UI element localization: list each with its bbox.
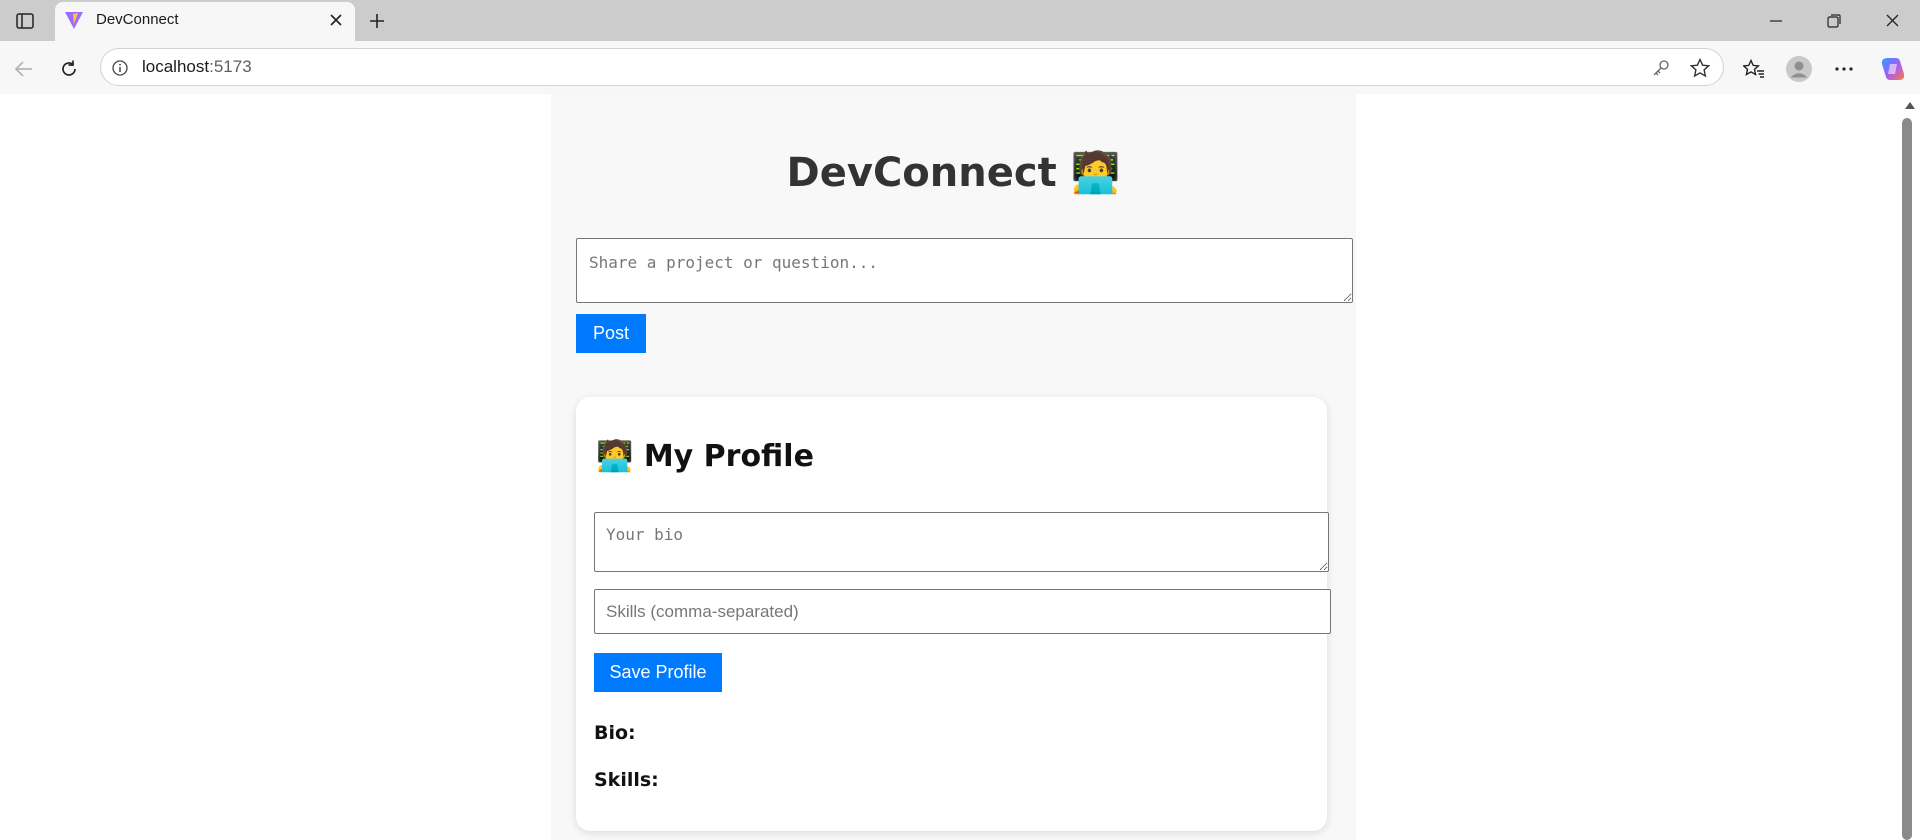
bio-textarea[interactable] [594,512,1329,572]
profile-card: 🧑‍💻 My Profile Save Profile Bio: Skills: [576,397,1331,831]
refresh-icon[interactable] [53,53,85,85]
close-icon[interactable] [326,10,346,30]
skills-label: Skills: [594,769,659,791]
profile-icon[interactable] [1783,53,1815,85]
scroll-up-arrow-icon[interactable] [1905,102,1915,109]
url-host: localhost [142,57,210,76]
window-close-icon[interactable] [1864,0,1920,41]
key-icon[interactable] [1648,55,1674,81]
favorites-icon[interactable] [1738,53,1770,85]
bio-label: Bio: [594,722,636,744]
app-container: DevConnect 🧑‍💻 Post 🧑‍💻 My Profile Save … [551,94,1356,840]
more-icon[interactable] [1828,53,1860,85]
profile-heading: 🧑‍💻 My Profile [596,439,814,474]
copilot-icon[interactable] [1877,53,1909,85]
scrollbar-thumb[interactable] [1902,118,1912,840]
tab-title: DevConnect [96,11,179,28]
star-icon[interactable] [1687,55,1713,81]
post-button[interactable]: Post [576,314,646,353]
save-profile-button[interactable]: Save Profile [594,653,722,692]
technologist-emoji-icon: 🧑‍💻 [1070,150,1121,196]
plus-icon[interactable] [364,8,390,34]
vite-favicon [64,10,84,30]
post-textarea[interactable] [576,238,1353,303]
info-icon[interactable] [110,58,130,78]
page-title: DevConnect 🧑‍💻 [551,149,1356,196]
profile-heading-text: My Profile [643,439,814,474]
page-title-text: DevConnect [786,150,1057,196]
restore-icon[interactable] [1806,0,1862,41]
page-viewport: DevConnect 🧑‍💻 Post 🧑‍💻 My Profile Save … [5,94,1899,840]
tab-actions-icon[interactable] [12,8,38,34]
technologist-emoji-icon: 🧑‍💻 [596,439,634,474]
url-text[interactable]: localhost:5173 [142,57,252,77]
address-bar[interactable] [100,48,1724,86]
url-port: :5173 [209,57,252,76]
skills-input[interactable] [594,589,1331,634]
minimize-icon[interactable] [1748,0,1804,41]
back-icon[interactable] [8,53,40,85]
